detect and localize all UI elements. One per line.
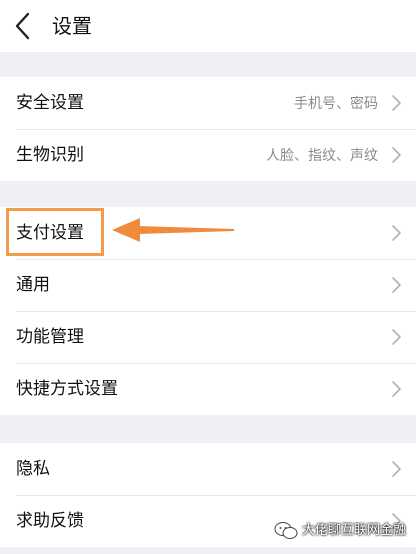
- chevron-right-icon: [392, 329, 401, 345]
- chevron-right-icon: [392, 381, 401, 397]
- settings-row-shortcuts[interactable]: 快捷方式设置: [0, 363, 416, 415]
- settings-row-label: 安全设置: [16, 93, 84, 113]
- settings-row-label: 隐私: [16, 459, 50, 479]
- settings-row-label: 快捷方式设置: [16, 379, 118, 399]
- watermark-text: 大佬聊互联网金融: [301, 523, 406, 538]
- chevron-right-icon: [392, 277, 401, 293]
- wechat-official-account-icon: [274, 522, 298, 539]
- annotation-arrow-icon: [112, 218, 234, 242]
- watermark: 大佬聊互联网金融: [274, 518, 406, 544]
- settings-row-value: 手机号、密码: [294, 96, 378, 112]
- settings-row-general[interactable]: 通用: [0, 259, 416, 311]
- settings-row-label: 通用: [16, 275, 50, 295]
- settings-row-features[interactable]: 功能管理: [0, 311, 416, 363]
- chevron-right-icon: [392, 147, 401, 163]
- settings-row-privacy[interactable]: 隐私: [0, 443, 416, 495]
- settings-row-value: 人脸、指纹、声纹: [266, 148, 378, 164]
- chevron-right-icon: [392, 95, 401, 111]
- title-bar: 设置: [0, 0, 416, 52]
- settings-row-label: 生物识别: [16, 145, 84, 165]
- chevron-left-icon: [15, 12, 30, 40]
- settings-group-security: 安全设置 手机号、密码 生物识别 人脸、指纹、声纹: [0, 77, 416, 181]
- back-button[interactable]: [6, 8, 42, 44]
- settings-row-label: 功能管理: [16, 327, 84, 347]
- chevron-right-icon: [392, 461, 401, 477]
- chevron-right-icon: [392, 225, 401, 241]
- highlight-box: [6, 208, 104, 256]
- settings-row-biometric[interactable]: 生物识别 人脸、指纹、声纹: [0, 129, 416, 181]
- page-title: 设置: [52, 14, 92, 38]
- settings-row-label: 求助反馈: [16, 511, 84, 531]
- settings-row-security[interactable]: 安全设置 手机号、密码: [0, 77, 416, 129]
